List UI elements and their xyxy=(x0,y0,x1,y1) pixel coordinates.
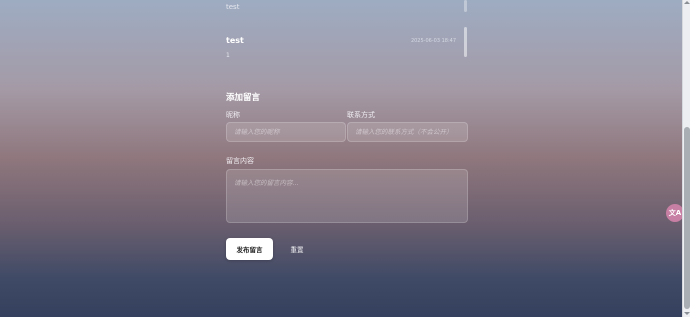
reset-button[interactable]: 重置 xyxy=(284,238,310,260)
add-message-title: 添加留言 xyxy=(226,93,261,103)
submit-message-button[interactable]: 发布留言 xyxy=(226,238,273,260)
message-content: 1 xyxy=(226,52,230,59)
translate-glyph: 文A xyxy=(668,209,682,217)
message-list[interactable]: test test 2025-06-03 18:47 1 xyxy=(226,0,468,60)
nickname-input[interactable] xyxy=(226,122,346,142)
message-timestamp: 2025-06-03 18:47 xyxy=(410,38,456,44)
guestbook-page: test test 2025-06-03 18:47 1 添加留言 昵称 联系方… xyxy=(0,0,684,317)
message-list-scrollbar[interactable] xyxy=(464,27,467,57)
message-content: test xyxy=(226,3,240,11)
nickname-label: 昵称 xyxy=(226,111,240,119)
contact-label: 联系方式 xyxy=(347,111,375,119)
message-list-scroll-track xyxy=(464,0,467,12)
page-scrollbar[interactable] xyxy=(682,0,690,317)
content-label: 留言内容 xyxy=(226,157,254,165)
page-scrollbar-thumb[interactable] xyxy=(684,127,690,309)
scroll-up-icon[interactable] xyxy=(684,1,690,4)
scroll-down-icon[interactable] xyxy=(684,312,690,315)
message-author: test xyxy=(226,36,244,45)
contact-input[interactable] xyxy=(347,122,468,142)
message-content-textarea[interactable] xyxy=(226,169,468,223)
